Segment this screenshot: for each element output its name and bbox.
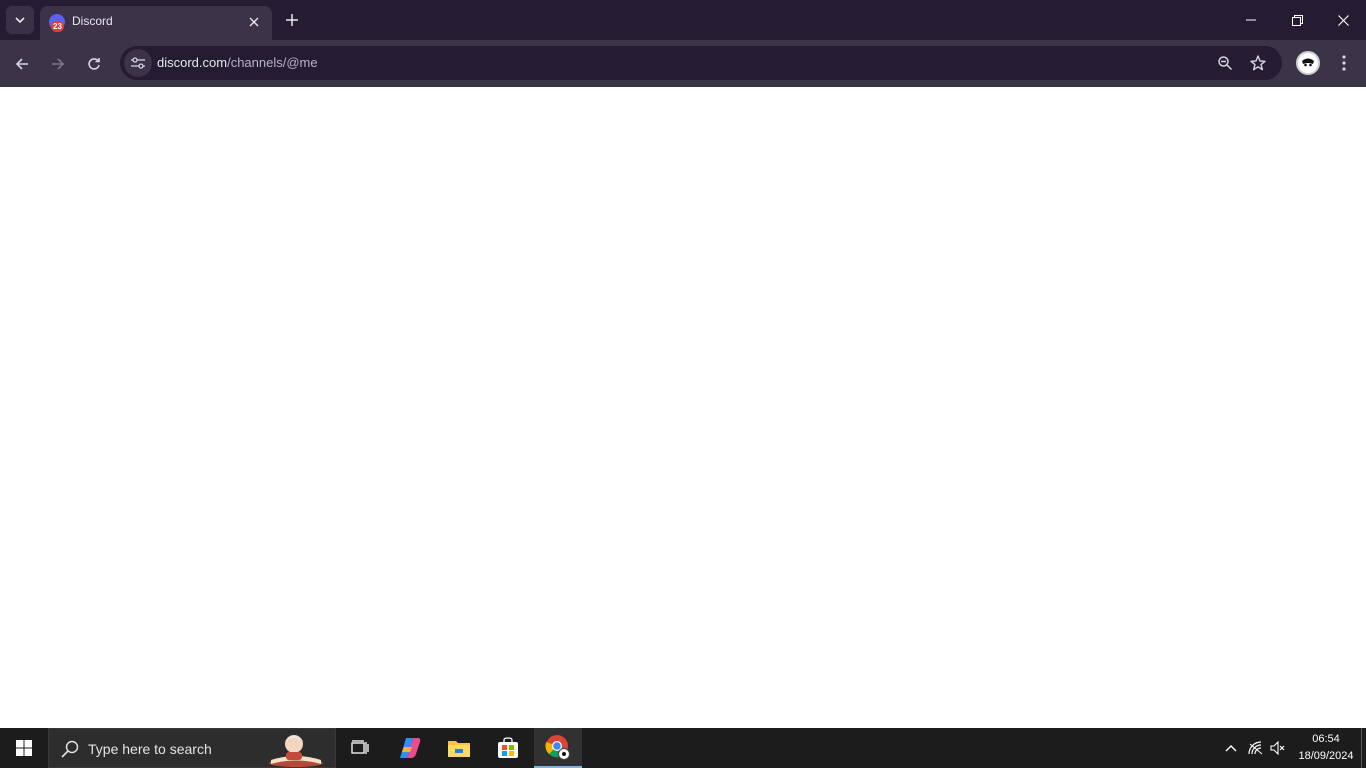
- reload-button[interactable]: [78, 48, 110, 80]
- clock-date: 18/09/2024: [1298, 750, 1354, 762]
- file-explorer-button[interactable]: [435, 728, 483, 768]
- bookmark-button[interactable]: [1246, 51, 1270, 75]
- star-icon: [1250, 55, 1266, 71]
- new-tab-button[interactable]: [280, 8, 304, 32]
- store-icon: [498, 737, 518, 758]
- browser-tab-strip: 23 Discord: [0, 0, 1366, 40]
- back-button[interactable]: [6, 48, 38, 80]
- plus-icon: [286, 14, 298, 26]
- windows-taskbar: Type here to search 06:54 18/09/2024: [0, 728, 1366, 768]
- tab-discord[interactable]: 23 Discord: [40, 6, 272, 40]
- taskbar-search-box[interactable]: Type here to search: [48, 728, 336, 768]
- avatar-icon: [1300, 55, 1316, 71]
- close-icon: [1337, 14, 1349, 26]
- browser-toolbar: discord.com/channels/@me: [0, 40, 1366, 87]
- reload-icon: [88, 58, 100, 70]
- url-text[interactable]: discord.com/channels/@me: [157, 55, 318, 70]
- site-info-button[interactable]: [124, 49, 152, 77]
- close-window-button[interactable]: [1320, 0, 1366, 40]
- start-button[interactable]: [0, 728, 48, 768]
- url-path: /channels/@me: [227, 55, 318, 70]
- minimize-icon: [1246, 19, 1256, 21]
- system-clock[interactable]: 06:54 18/09/2024: [1290, 731, 1362, 765]
- search-highlight-illustration-icon: [269, 735, 323, 767]
- search-placeholder: Type here to search: [88, 741, 212, 757]
- chevron-down-icon: [15, 17, 25, 24]
- show-hidden-icons-button[interactable]: [1221, 738, 1241, 758]
- network-icon: [1248, 741, 1263, 755]
- forward-button[interactable]: [42, 48, 74, 80]
- arrow-right-icon: [52, 58, 65, 70]
- volume-muted-icon: [1270, 741, 1285, 755]
- minimize-button[interactable]: [1228, 0, 1274, 40]
- close-icon: [249, 17, 259, 27]
- chevron-up-icon: [1225, 745, 1237, 752]
- windows-logo-icon: [16, 740, 32, 756]
- restore-button[interactable]: [1274, 0, 1320, 40]
- show-desktop-button[interactable]: [1361, 728, 1362, 768]
- network-button[interactable]: [1246, 738, 1266, 758]
- volume-button[interactable]: [1268, 738, 1288, 758]
- microsoft-store-button[interactable]: [484, 728, 532, 768]
- folder-icon: [448, 741, 470, 757]
- tune-icon: [131, 57, 145, 69]
- restore-icon: [1291, 14, 1303, 26]
- copilot-icon: [400, 738, 421, 758]
- url-host: discord.com: [157, 55, 228, 70]
- task-view-button[interactable]: [336, 728, 384, 768]
- copilot-button[interactable]: [386, 728, 434, 768]
- task-view-icon: [351, 740, 369, 754]
- search-icon: [61, 740, 79, 758]
- zoom-out-icon: [1218, 56, 1232, 70]
- clock-time: 06:54: [1312, 733, 1340, 745]
- address-bar[interactable]: discord.com/channels/@me: [120, 46, 1282, 80]
- tab-close-button[interactable]: [244, 12, 264, 32]
- tab-title: Discord: [72, 14, 113, 28]
- tab-search-button[interactable]: [6, 6, 34, 34]
- chrome-taskbar-button[interactable]: [534, 728, 582, 768]
- profile-avatar[interactable]: [1296, 51, 1320, 75]
- browser-menu-button[interactable]: [1332, 51, 1356, 75]
- chrome-icon: [545, 735, 570, 760]
- zoom-button[interactable]: [1213, 51, 1237, 75]
- more-vertical-icon: [1342, 55, 1346, 71]
- page-content-area: [0, 87, 1366, 728]
- notification-badge: 23: [51, 21, 64, 32]
- arrow-left-icon: [15, 58, 28, 70]
